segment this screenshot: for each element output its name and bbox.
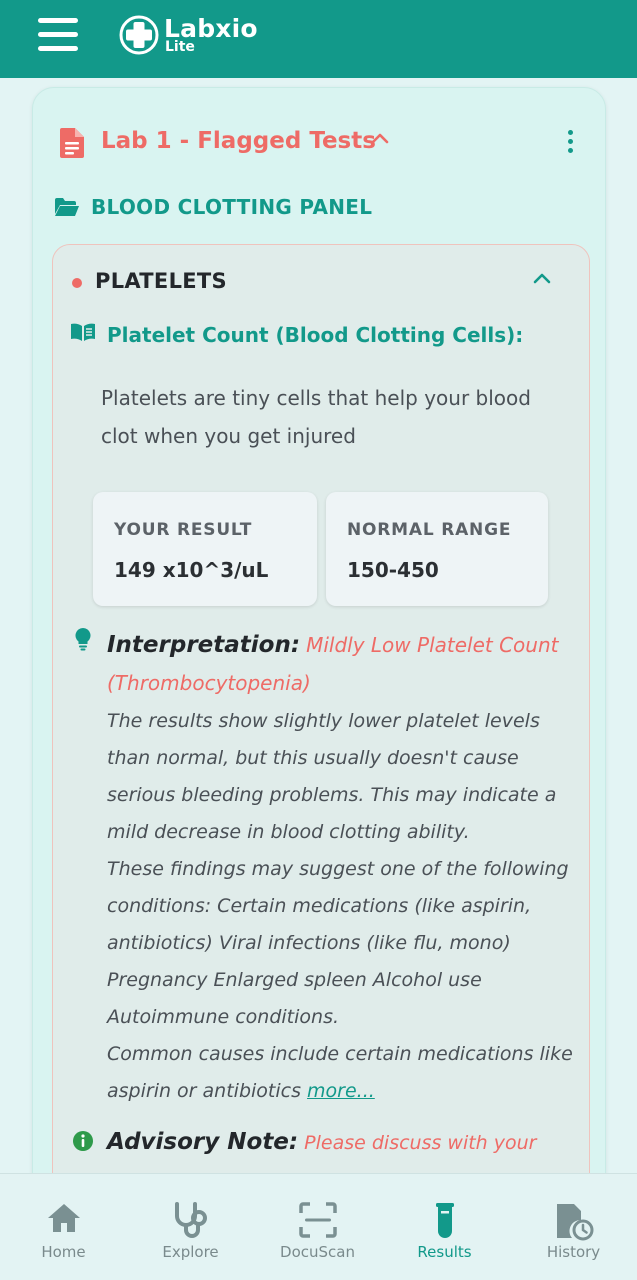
nav-home[interactable]: Home (0, 1174, 127, 1280)
chevron-up-icon[interactable] (533, 272, 551, 284)
document-icon (60, 128, 84, 158)
stethoscope-icon (174, 1202, 207, 1238)
interpretation-block: Interpretation: Mildly Low Platelet Coun… (107, 627, 577, 1110)
more-link[interactable]: more... (307, 1080, 375, 1102)
lightbulb-icon (75, 628, 91, 651)
history-icon (556, 1204, 593, 1241)
test-description: Platelets are tiny cells that help your … (101, 386, 531, 448)
app-edition: Lite (165, 39, 195, 55)
range-label: NORMAL RANGE (347, 520, 512, 540)
nav-explore[interactable]: Explore (127, 1174, 254, 1280)
range-value: 150-450 (347, 558, 439, 582)
test-result-card: PLATELETS Platelet Count (Blood Clotting… (52, 244, 590, 1224)
scan-icon (298, 1202, 337, 1238)
chevron-up-icon[interactable] (371, 132, 389, 144)
your-result-box: YOUR RESULT 149 x10^3/uL (93, 492, 317, 606)
result-value: 149 x10^3/uL (114, 558, 269, 582)
home-icon (47, 1204, 80, 1232)
lab-report-title: Lab 1 - Flagged Tests (101, 128, 376, 154)
nav-label-explore: Explore (162, 1243, 219, 1261)
result-label: YOUR RESULT (114, 520, 253, 540)
nav-history[interactable]: History (510, 1174, 637, 1280)
panel-title: BLOOD CLOTTING PANEL (91, 195, 373, 219)
interpretation-text-2: These findings may suggest one of the fo… (107, 858, 569, 1028)
interpretation-label: Interpretation: (107, 632, 301, 658)
nav-docuscan[interactable]: DocuScan (254, 1174, 381, 1280)
app-header: Labxio Lite (0, 0, 637, 78)
lab-report-header[interactable]: Lab 1 - Flagged Tests (60, 126, 580, 160)
nav-label-docuscan: DocuScan (280, 1243, 355, 1261)
nav-label-results: Results (417, 1243, 472, 1261)
nav-label-history: History (546, 1243, 601, 1261)
bottom-navigation: Home Explore DocuScan Results History (0, 1173, 637, 1280)
advisory-note: Advisory Note: Please discuss with your (107, 1129, 577, 1155)
info-icon (73, 1131, 93, 1151)
status-dot (72, 278, 82, 288)
more-options-icon[interactable] (560, 126, 580, 160)
test-tube-icon (435, 1203, 454, 1238)
hamburger-menu-icon[interactable] (38, 18, 78, 52)
lab-report-card: Lab 1 - Flagged Tests BLOOD CLOTTING PAN… (32, 87, 606, 1224)
test-name: PLATELETS (95, 269, 227, 293)
advisory-label: Advisory Note: (107, 1129, 299, 1155)
medical-cross-icon (119, 15, 159, 55)
nav-results[interactable]: Results (381, 1174, 508, 1280)
nav-label-home: Home (41, 1243, 86, 1261)
advisory-text: Please discuss with your (304, 1132, 537, 1154)
interpretation-text-1: The results show slightly lower platelet… (107, 710, 557, 843)
normal-range-box: NORMAL RANGE 150-450 (326, 492, 548, 606)
book-open-icon (71, 323, 95, 341)
test-subtitle: Platelet Count (Blood Clotting Cells): (107, 323, 524, 347)
folder-open-icon (55, 198, 79, 216)
